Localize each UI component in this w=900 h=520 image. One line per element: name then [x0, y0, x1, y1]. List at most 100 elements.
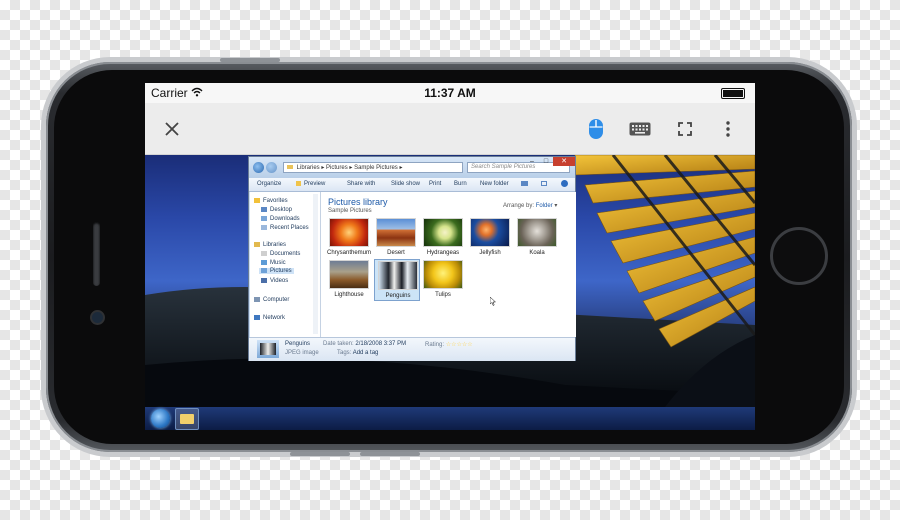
thumb-jellyfish[interactable]: Jellyfish: [468, 218, 512, 256]
minimize-button[interactable]: –: [525, 157, 539, 166]
date-taken-label: Date taken:: [323, 341, 354, 347]
nav-recent-places-label: Recent Places: [270, 225, 309, 232]
nav-network[interactable]: Network: [254, 315, 285, 321]
window-titlebar[interactable]: Libraries ▸ Pictures ▸ Sample Pictures ▸…: [249, 157, 575, 178]
remote-desktop-wallpaper[interactable]: Libraries ▸ Pictures ▸ Sample Pictures ▸…: [145, 155, 755, 407]
pictures-icon: [261, 268, 267, 273]
tulips-image: [423, 260, 463, 289]
thumb-label: Hydrangeas: [426, 250, 460, 256]
penguins-preview-image: [260, 343, 276, 355]
fullscreen-button[interactable]: [672, 116, 698, 142]
close-button[interactable]: [159, 116, 185, 142]
phone-top-button: [220, 58, 280, 62]
thumb-lighthouse[interactable]: Lighthouse: [327, 260, 371, 298]
ios-status-bar: Carrier 11:37 AM: [145, 83, 755, 103]
desktop-icon: [261, 207, 267, 212]
close-window-button[interactable]: ✕: [553, 157, 575, 166]
thumb-koala[interactable]: Koala: [515, 218, 559, 256]
explorer-window[interactable]: Libraries ▸ Pictures ▸ Sample Pictures ▸…: [248, 156, 576, 361]
remote-desktop-toolbar: [145, 103, 755, 155]
start-button[interactable]: [151, 409, 170, 428]
hydrangeas-image: [423, 218, 463, 247]
nav-desktop[interactable]: Desktop: [261, 207, 292, 213]
arrange-by-dropdown[interactable]: Folder: [536, 203, 553, 209]
view-options-icon[interactable]: [521, 181, 528, 186]
mouse-mode-button[interactable]: [583, 116, 609, 142]
rating-label: Rating:: [425, 342, 445, 348]
nav-libraries[interactable]: Libraries: [254, 242, 286, 248]
chrysanthemum-image: [329, 218, 369, 247]
nav-favorites[interactable]: Favorites: [254, 198, 288, 204]
nav-documents-label: Documents: [270, 251, 301, 258]
thumb-label: Desert: [387, 250, 405, 256]
thumb-label: Koala: [529, 250, 545, 256]
help-icon[interactable]: [561, 180, 568, 187]
thumb-label: Lighthouse: [334, 292, 364, 298]
back-button[interactable]: [253, 162, 264, 173]
more-vertical-icon: [726, 121, 730, 137]
thumb-tulips[interactable]: Tulips: [421, 260, 465, 298]
nav-desktop-label: Desktop: [270, 207, 293, 214]
libraries-icon: [254, 242, 260, 247]
nav-pictures[interactable]: Pictures: [259, 268, 294, 275]
thumb-hydrangeas[interactable]: Hydrangeas: [421, 218, 465, 256]
home-button[interactable]: [770, 227, 828, 285]
date-taken-value: 2/18/2008 3:37 PM: [355, 341, 407, 347]
thumb-desert[interactable]: Desert: [374, 218, 418, 256]
details-thumbnail: [257, 340, 279, 358]
nav-computer-label: Computer: [263, 297, 290, 304]
tags-label: Tags:: [337, 350, 352, 356]
new-folder-button[interactable]: New folder: [480, 181, 509, 187]
penguins-image: [378, 261, 418, 290]
organize-button[interactable]: Organize: [257, 181, 281, 187]
status-time: 11:37 AM: [424, 86, 476, 100]
details-date: Date taken: 2/18/2008 3:37 PM: [323, 341, 406, 347]
keyboard-button[interactable]: [627, 116, 653, 142]
nav-downloads[interactable]: Downloads: [261, 216, 300, 222]
add-tag-link[interactable]: Add a tag: [353, 350, 379, 356]
thumb-chrysanthemum[interactable]: Chrysanthemum: [327, 218, 371, 256]
breadcrumb-sample-pictures[interactable]: Sample Pictures: [354, 165, 398, 171]
slide-show-button[interactable]: Slide show: [391, 181, 420, 187]
nav-downloads-label: Downloads: [270, 216, 300, 223]
videos-icon: [261, 278, 267, 283]
more-options-button[interactable]: [715, 116, 741, 142]
rating-stars[interactable]: ☆☆☆☆☆: [446, 342, 473, 348]
print-button[interactable]: Print: [429, 181, 441, 187]
burn-button[interactable]: Burn: [454, 181, 467, 187]
phone-bottom-button: [290, 452, 350, 456]
share-with-button[interactable]: Share with: [347, 181, 375, 187]
thumb-label: Penguins: [385, 293, 411, 299]
maximize-button[interactable]: □: [539, 157, 553, 166]
fullscreen-icon: [678, 122, 692, 136]
forward-button[interactable]: [266, 162, 277, 173]
preview-icon: [296, 181, 301, 186]
preview-pane-icon[interactable]: [541, 181, 547, 186]
arrange-by-label: Arrange by:: [503, 203, 535, 209]
nav-network-label: Network: [263, 315, 286, 322]
jellyfish-image: [470, 218, 510, 247]
breadcrumb-libraries[interactable]: Libraries: [297, 165, 320, 171]
nav-documents[interactable]: Documents: [261, 251, 300, 257]
folder-icon: [287, 165, 293, 169]
thumb-label: Jellyfish: [479, 250, 501, 256]
nav-recent-places[interactable]: Recent Places: [261, 225, 309, 231]
details-name: Penguins: [285, 341, 311, 347]
nav-computer[interactable]: Computer: [254, 297, 289, 303]
computer-icon: [254, 297, 260, 302]
music-icon: [261, 260, 267, 265]
breadcrumb-pictures[interactable]: Pictures: [326, 165, 348, 171]
address-bar[interactable]: Libraries ▸ Pictures ▸ Sample Pictures ▸: [283, 162, 463, 173]
mouse-icon: [589, 119, 603, 139]
mouse-cursor-icon: [490, 297, 496, 306]
explorer-taskbar-button[interactable]: [175, 408, 199, 430]
nav-music[interactable]: Music: [261, 260, 286, 266]
preview-button[interactable]: Preview: [304, 181, 325, 187]
thumb-penguins[interactable]: Penguins: [374, 259, 420, 301]
nav-scrollbar[interactable]: [313, 194, 318, 334]
nav-favorites-label: Favorites: [263, 198, 288, 205]
nav-videos[interactable]: Videos: [261, 278, 288, 284]
keyboard-icon: [629, 122, 651, 136]
phone-screen: Carrier 11:37 AM Libraries ▸ Pictures ▸ …: [145, 83, 755, 430]
documents-icon: [261, 251, 267, 256]
